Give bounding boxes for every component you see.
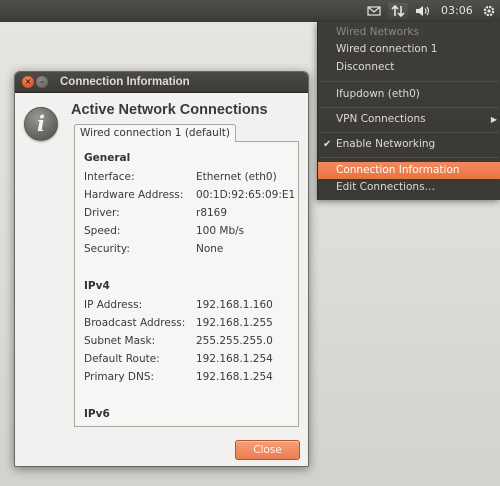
detail-label: Security: [84,243,130,255]
detail-label: Broadcast Address: [84,317,186,329]
menu-separator [320,132,499,133]
panel-clock[interactable]: 03:06 [441,3,475,19]
detail-value: 192.168.1.160 [196,299,273,311]
menu-item-edit-connections[interactable]: Edit Connections… [318,179,500,196]
menu-item-connection-information[interactable]: Connection Information [318,162,500,179]
menu-item-label: VPN Connections [336,113,426,125]
detail-value: 100 Mb/s [196,225,245,237]
menu-item-wired-connection-1[interactable]: Wired connection 1 [318,41,500,58]
info-icon: i [24,107,58,141]
section-heading-general: General [84,152,131,164]
dialog-titlebar[interactable]: × – Connection Information [15,72,308,93]
detail-value: 192.168.1.254 [196,353,273,365]
detail-row: Driver: r8169 [84,205,294,221]
detail-row: Interface: Ethernet (eth0) [84,169,294,185]
submenu-arrow-icon: ▶ [490,115,497,124]
connection-details-panel: General Interface: Ethernet (eth0) Hardw… [74,141,299,427]
detail-row: Security: None [84,241,294,257]
detail-row: Speed: 100 Mb/s [84,223,294,239]
detail-value: 00:1D:92:65:09:E1 [196,189,296,201]
menu-item-disconnect[interactable]: Disconnect [318,59,500,76]
detail-row: Default Route: 192.168.1.254 [84,351,294,367]
menu-separator [320,107,499,108]
detail-label: Primary DNS: [84,371,155,383]
detail-label: IP Address: [84,299,143,311]
detail-row: Broadcast Address: 192.168.1.255 [84,315,294,331]
detail-label: Default Route: [84,353,160,365]
close-button[interactable]: Close [235,440,300,460]
detail-value: 192.168.1.255 [196,317,273,329]
window-minimize-icon[interactable]: – [36,76,48,88]
detail-value: 255.255.255.0 [196,335,273,347]
detail-value: Ethernet (eth0) [196,171,277,183]
checkmark-icon: ✔ [323,139,332,150]
detail-value: r8169 [196,207,228,219]
menu-item-enable-networking[interactable]: ✔ Enable Networking [318,136,500,153]
menu-separator [320,157,499,158]
dialog-heading: Active Network Connections [71,102,268,118]
detail-row: Subnet Mask: 255.255.255.0 [84,333,294,349]
connection-info-dialog: × – Connection Information i Active Netw… [14,71,309,467]
detail-label: Subnet Mask: [84,335,156,347]
network-menu: Wired Networks Wired connection 1 Discon… [317,22,500,200]
menu-item-vpn-connections[interactable]: VPN Connections ▶ [318,111,500,128]
detail-label: Speed: [84,225,121,237]
menu-item-label: Enable Networking [336,138,436,150]
network-icon[interactable] [388,3,408,19]
detail-label: Hardware Address: [84,189,184,201]
dialog-title: Connection Information [60,76,190,88]
top-panel: 03:06 [0,0,500,22]
section-heading-ipv6: IPv6 [84,408,110,420]
section-heading-ipv4: IPv4 [84,280,110,292]
gear-icon[interactable] [481,3,497,19]
mail-icon[interactable] [366,3,382,19]
detail-row: IP Address: 192.168.1.160 [84,297,294,313]
volume-icon[interactable] [414,3,432,19]
window-close-icon[interactable]: × [22,76,34,88]
detail-row: Primary DNS: 192.168.1.254 [84,369,294,385]
detail-label: Interface: [84,171,135,183]
detail-value: 192.168.1.254 [196,371,273,383]
menu-separator [320,81,499,82]
menu-item-ifupdown[interactable]: Ifupdown (eth0) [318,86,500,103]
detail-label: Driver: [84,207,120,219]
tab-wired-connection-1[interactable]: Wired connection 1 (default) [74,124,236,142]
menu-header-wired-networks: Wired Networks [336,26,419,38]
detail-value: None [196,243,224,255]
detail-row: Hardware Address: 00:1D:92:65:09:E1 [84,187,296,203]
